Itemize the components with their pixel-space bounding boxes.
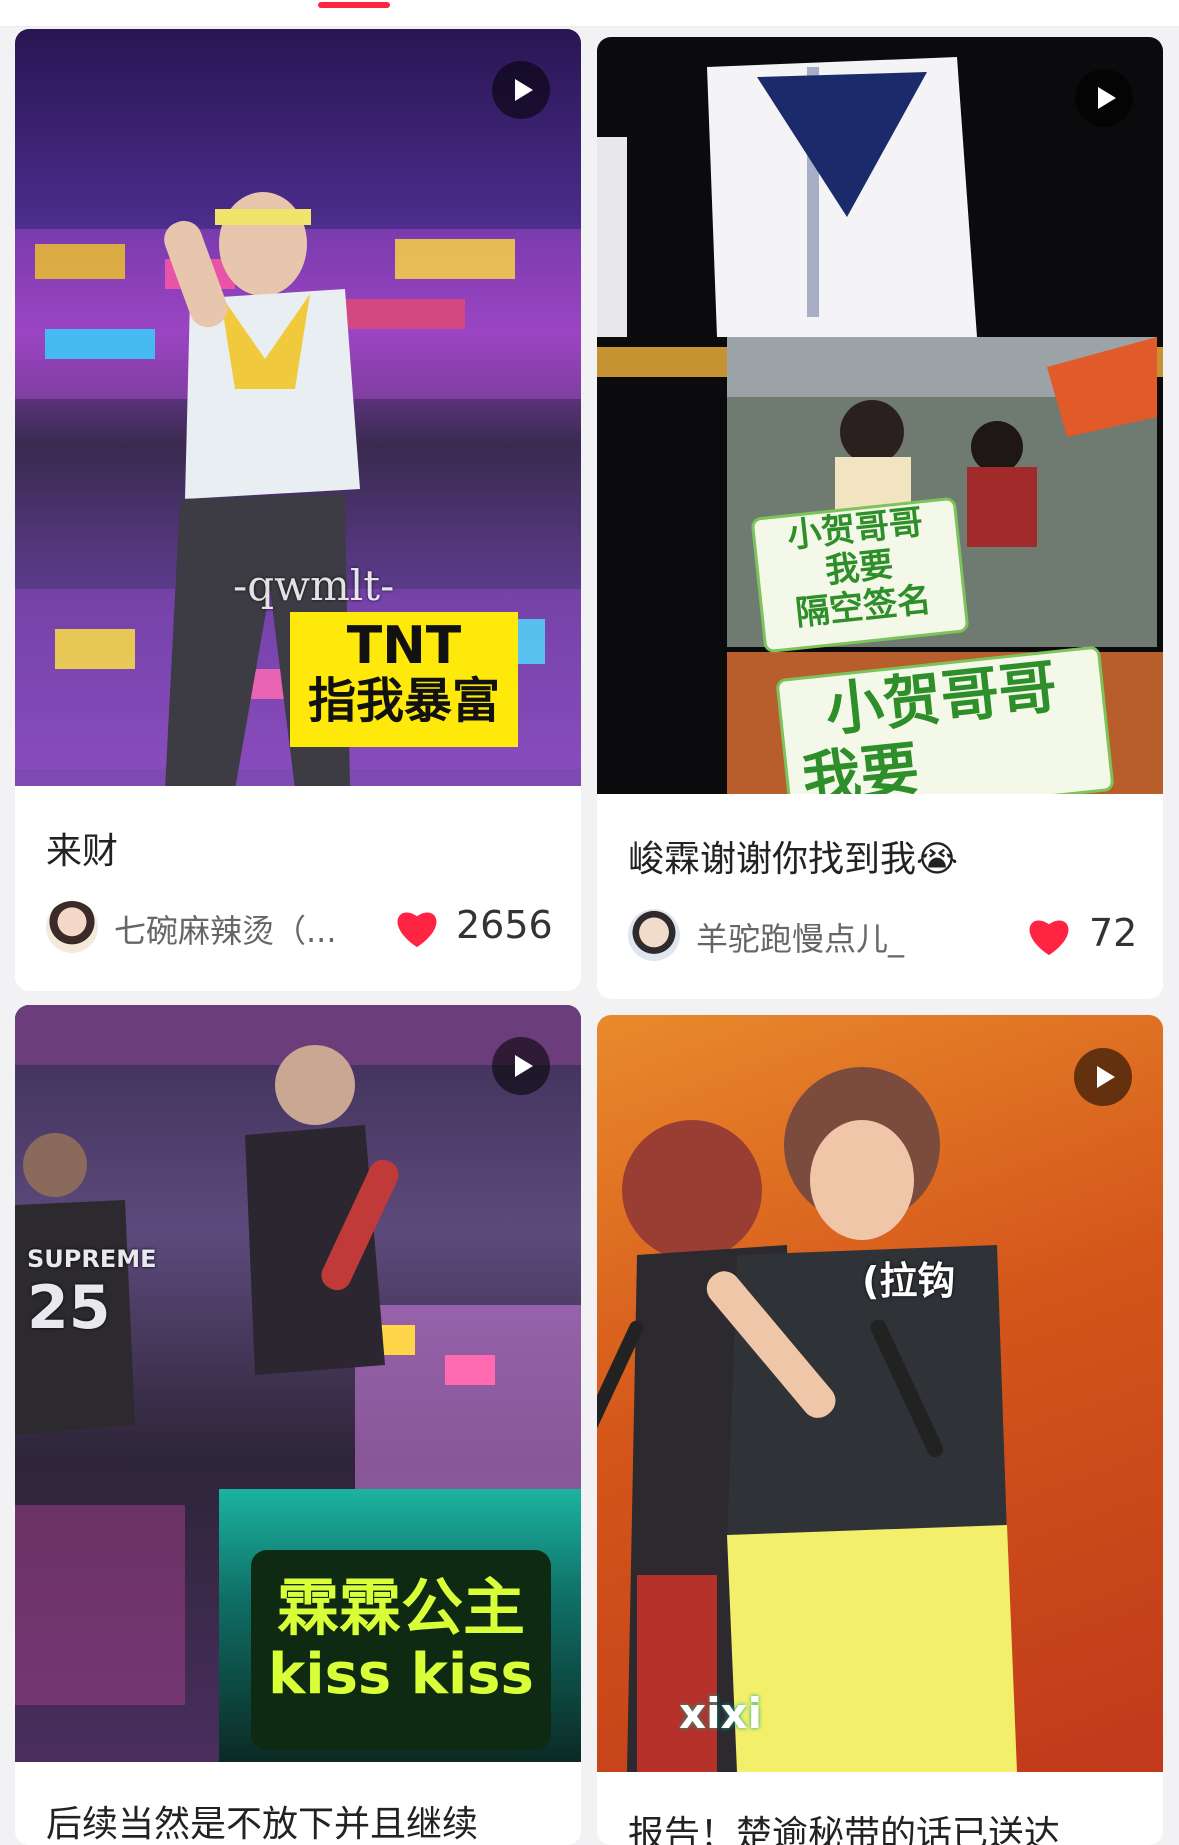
video-cover-2[interactable]: 小贺哥哥 我要 隔空签名 小贺哥哥 我要 [597, 37, 1163, 794]
note-title-4[interactable]: 报告！楚逾秘带的话已送达 [628, 1805, 1060, 1845]
cover-jersey-line1: SUPREME [27, 1245, 157, 1273]
active-tab-indicator [318, 2, 390, 8]
cover-jersey-text: SUPREME 25 [27, 1245, 157, 1343]
avatar[interactable] [628, 909, 680, 961]
cover-caption-3-line2: kiss kiss [268, 1642, 534, 1708]
video-cover-1[interactable]: -qwmlt- TNT 指我暴富 [15, 29, 581, 786]
cover-caption-3-line1: 霖霖公主 [276, 1571, 525, 1644]
note-card-3[interactable]: SUPREME 25 霖霖公主 kiss kiss 后续当然是不放下并且继续 [15, 1005, 581, 1845]
play-icon[interactable] [492, 61, 550, 119]
play-icon[interactable] [492, 1037, 550, 1095]
cover-caption-4: (拉钩 [862, 1259, 956, 1303]
note-title-1[interactable]: 来财 [46, 822, 118, 874]
cover-caption-1: TNT 指我暴富 [290, 612, 518, 747]
cover-jersey-line2: 25 [27, 1273, 111, 1343]
video-cover-4[interactable]: (拉钩 xixi [597, 1015, 1163, 1772]
like-count-2: 72 [1089, 911, 1138, 955]
cover-caption-3: 霖霖公主 kiss kiss [251, 1550, 551, 1750]
play-icon[interactable] [1074, 1048, 1132, 1106]
note-card-4[interactable]: (拉钩 xixi 报告！楚逾秘带的话已送达 [597, 1015, 1163, 1845]
cover-caption-1-line1: TNT [346, 616, 462, 676]
heart-icon[interactable] [395, 909, 439, 949]
cover-caption-1-line2: 指我暴富 [307, 673, 500, 730]
note-card-2[interactable]: 小贺哥哥 我要 隔空签名 小贺哥哥 我要 峻霖谢谢你找到我😭 羊驼跑慢点儿_ 7… [597, 37, 1163, 999]
author-name-2[interactable]: 羊驼跑慢点儿_ [696, 914, 936, 960]
like-count-1: 2656 [456, 903, 553, 947]
video-cover-3[interactable]: SUPREME 25 霖霖公主 kiss kiss [15, 1005, 581, 1762]
cover-caption-4b: xixi [679, 1689, 762, 1738]
play-icon[interactable] [1075, 69, 1133, 127]
cover-watermark-1: -qwmlt- [233, 561, 395, 610]
heart-icon[interactable] [1027, 917, 1071, 957]
cover-sign-small: 小贺哥哥 我要 隔空签名 [750, 496, 970, 654]
avatar[interactable] [46, 901, 98, 953]
note-card-1[interactable]: -qwmlt- TNT 指我暴富 来财 七碗麻辣烫（... 2656 [15, 29, 581, 991]
note-title-3[interactable]: 后续当然是不放下并且继续 [46, 1795, 478, 1845]
cover-art-4 [597, 1067, 1017, 1772]
author-name-1[interactable]: 七碗麻辣烫（... [114, 906, 354, 952]
top-tab-bar [0, 0, 1179, 27]
note-title-2[interactable]: 峻霖谢谢你找到我😭 [628, 830, 958, 882]
